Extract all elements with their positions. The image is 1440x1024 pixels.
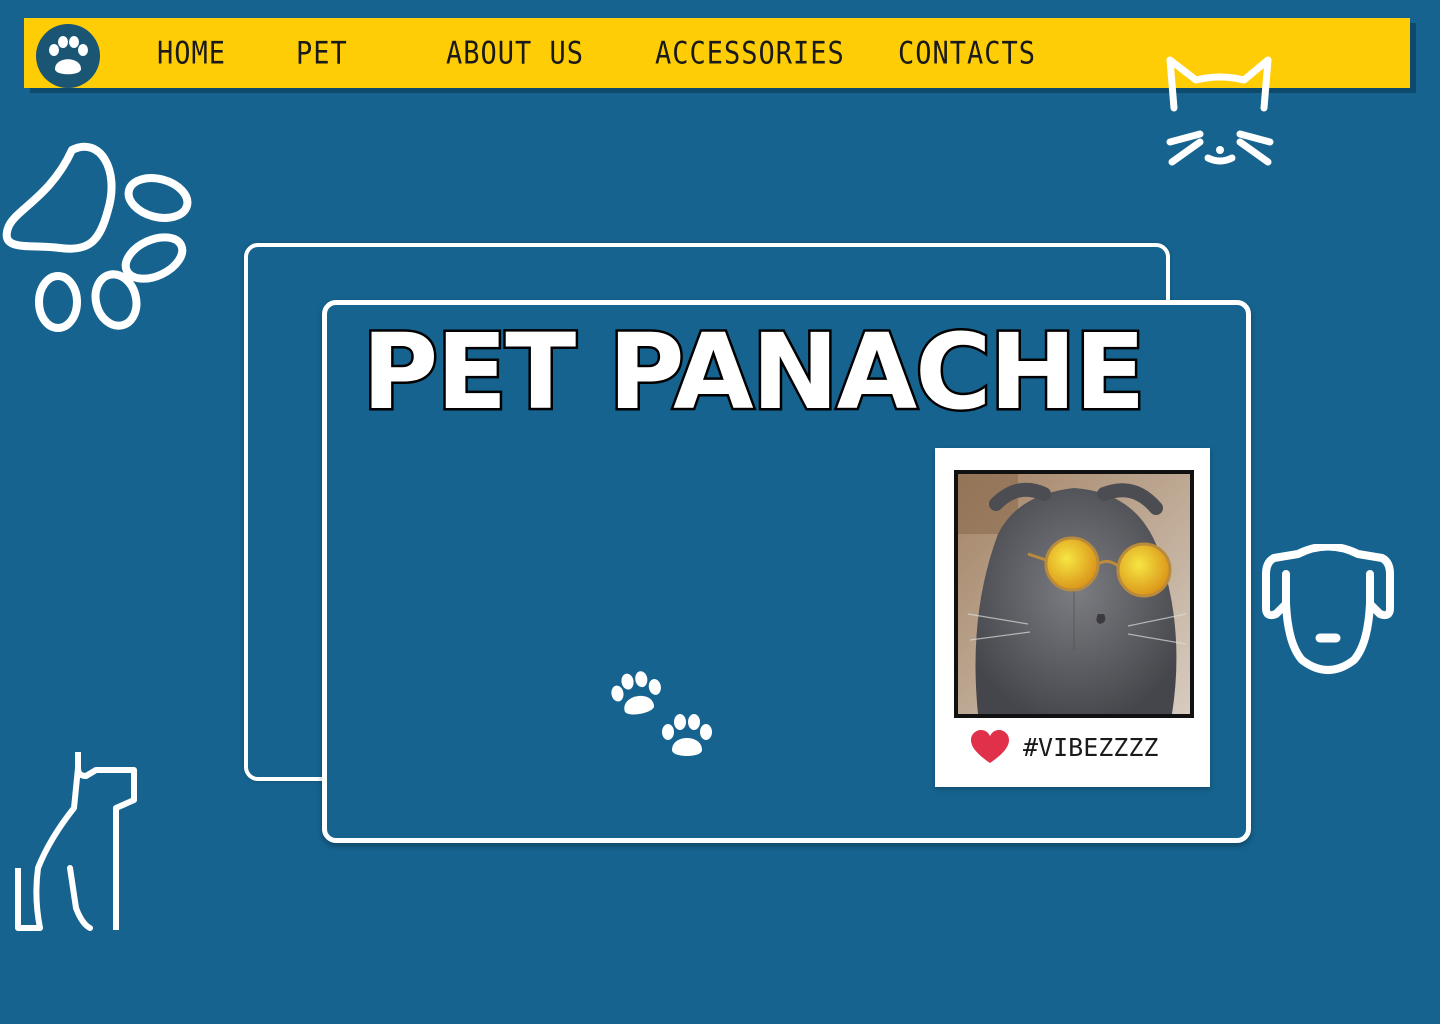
polaroid-card: #VIBEZZZZ	[935, 448, 1210, 787]
nav-accessories-link[interactable]: ACCESSORIES	[655, 36, 845, 72]
sitting-dog-icon	[15, 752, 137, 931]
hashtag-row: #VIBEZZZZ	[971, 730, 1158, 764]
small-paws-icon	[611, 671, 712, 756]
page-title: PET PANACHE	[360, 311, 1149, 433]
cat-face-icon	[1166, 56, 1274, 166]
nav-home-link[interactable]: HOME	[157, 36, 226, 72]
heart-icon[interactable]	[971, 730, 1009, 764]
nav-contacts-link[interactable]: CONTACTS	[898, 36, 1036, 72]
nav-pet-link[interactable]: PET	[296, 36, 348, 72]
cat-with-sunglasses-photo[interactable]	[954, 470, 1194, 718]
dog-face-icon	[1262, 544, 1394, 674]
paw-print-icon	[2, 142, 192, 332]
hashtag-label: #VIBEZZZZ	[1023, 732, 1159, 762]
nav-about-us-link[interactable]: ABOUT US	[446, 36, 584, 72]
logo-paw-icon[interactable]	[36, 24, 100, 88]
